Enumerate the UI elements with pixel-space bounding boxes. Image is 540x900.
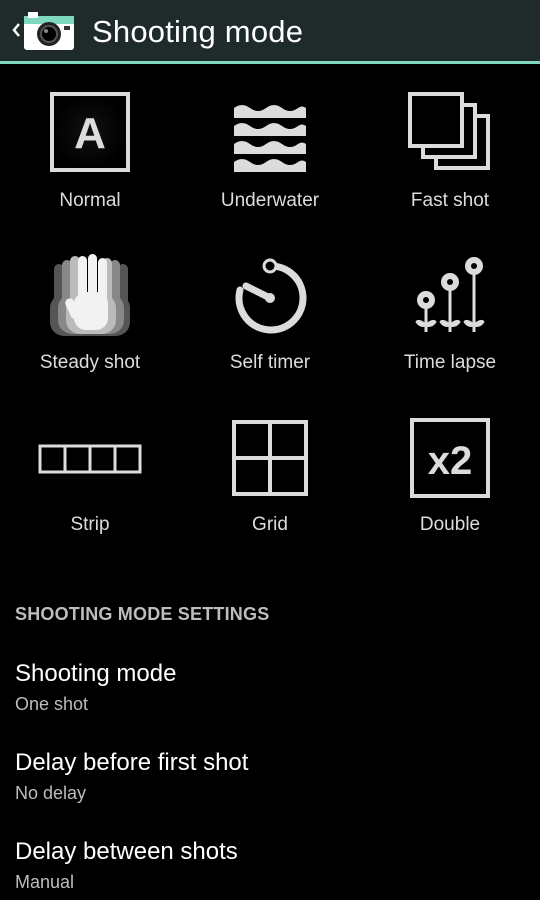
pref-delay-between-shots[interactable]: Delay between shots Manual [0,838,540,900]
mode-label: Self timer [229,352,311,373]
mode-label: Strip [70,514,110,535]
mode-label: Normal [59,190,121,211]
action-bar: Shooting mode [0,0,540,64]
hand-icon [50,254,130,336]
x2-icon: x2 [410,418,490,498]
mode-label: Time lapse [403,352,497,373]
grid-icon [232,420,308,496]
pref-shooting-mode[interactable]: Shooting mode One shot [0,660,540,740]
pref-delay-before-first-shot[interactable]: Delay before first shot No delay [0,749,540,829]
stacked-frames-icon [408,92,490,170]
pref-title: Shooting mode [15,660,177,687]
flowers-icon [415,257,485,332]
mode-double[interactable]: x2 Double [360,416,540,576]
mode-normal[interactable]: A Normal [0,92,180,252]
mode-self-timer[interactable]: Self timer [180,254,360,414]
mode-strip[interactable]: Strip [0,416,180,576]
pref-summary: No delay [15,783,87,803]
section-header: SHOOTING MODE SETTINGS [15,604,270,624]
svg-text:x2: x2 [428,439,473,483]
mode-steady-shot[interactable]: Steady shot [0,254,180,414]
mode-grid[interactable]: Grid [180,416,360,576]
mode-label: Double [419,514,481,535]
timer-icon [235,258,307,334]
mode-label: Steady shot [39,352,141,373]
page-title: Shooting mode [92,14,304,49]
chevron-left-icon[interactable] [10,18,22,42]
pref-title: Delay before first shot [15,749,249,776]
auto-a-icon: A [50,92,130,172]
mode-fast-shot[interactable]: Fast shot [360,92,540,252]
mode-underwater[interactable]: Underwater [180,92,360,252]
mode-label: Grid [252,514,288,535]
pref-title: Delay between shots [15,838,238,865]
pref-summary: One shot [15,694,89,714]
strip-icon [38,444,142,474]
mode-time-lapse[interactable]: Time lapse [360,254,540,414]
pref-summary: Manual [15,872,75,892]
svg-text:A: A [74,109,106,158]
mode-label: Fast shot [410,190,490,211]
camera-icon[interactable] [22,10,76,52]
waves-icon [234,105,306,172]
screen: Shooting mode A Normal Underwater Fast s… [0,0,540,900]
mode-label: Underwater [220,190,320,211]
